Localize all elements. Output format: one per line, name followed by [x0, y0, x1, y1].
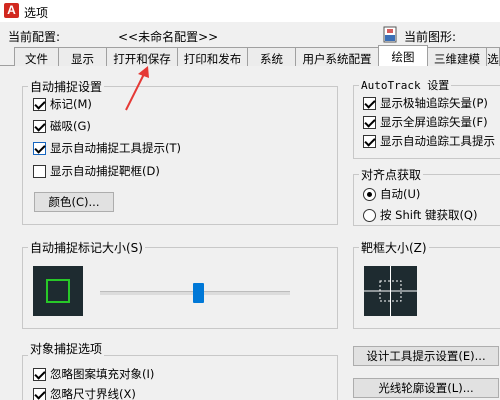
autosnap-aperture-checkbox-row[interactable]: 显示自动捕捉靶框(D) — [33, 163, 160, 179]
auto-radio-label: 自动(U) — [380, 187, 421, 201]
lightglyph-settings-button[interactable]: 光线轮廓设置(L)... — [353, 378, 499, 398]
autosnap-aperture-label: 显示自动捕捉靶框(D) — [50, 164, 160, 178]
alignment-acquisition-title: 对齐点获取 — [359, 166, 424, 183]
current-drawing-label: 当前图形: — [404, 30, 457, 44]
tab-plot-publish[interactable]: 打印和发布 — [177, 47, 248, 66]
colors-button[interactable]: 颜色(C)... — [34, 192, 114, 212]
shift-acquire-radio[interactable] — [363, 208, 376, 222]
current-profile-label: 当前配置: — [8, 30, 61, 44]
marker-preview-square — [46, 279, 70, 303]
ignore-hatch-checkbox[interactable] — [33, 367, 46, 381]
polar-tracking-checkbox[interactable] — [363, 96, 376, 110]
magnet-checkbox-row[interactable]: 磁吸(G) — [33, 118, 91, 134]
autotrack-tooltip-checkbox[interactable] — [363, 134, 376, 148]
ignore-hatch-label: 忽略图案填充对象(I) — [50, 367, 155, 381]
autosnap-aperture-checkbox[interactable] — [33, 164, 46, 178]
polar-tracking-checkbox-row[interactable]: 显示极轴追踪矢量(P) — [363, 95, 488, 111]
fullscreen-tracking-checkbox-row[interactable]: 显示全屏追踪矢量(F) — [363, 114, 488, 130]
autotrack-tooltip-checkbox-row[interactable]: 显示自动追踪工具提示 — [363, 133, 495, 149]
magnet-checkbox[interactable] — [33, 119, 46, 133]
window-title: 选项 — [24, 6, 49, 20]
design-tooltip-settings-button[interactable]: 设计工具提示设置(E)... — [353, 346, 499, 366]
title-bar — [0, 0, 500, 22]
red-annotation-arrow-icon — [125, 66, 149, 111]
tab-selection[interactable]: 选 — [486, 47, 500, 66]
polar-tracking-label: 显示极轴追踪矢量(P) — [380, 96, 488, 110]
autotrack-tooltip-label: 显示自动追踪工具提示 — [380, 134, 495, 148]
marker-label: 标记(M) — [50, 97, 92, 111]
tab-user-preferences[interactable]: 用户系统配置 — [295, 47, 379, 66]
tab-drafting[interactable]: 绘图 — [378, 45, 428, 66]
shift-acquire-radio-label: 按 Shift 键获取(Q) — [380, 208, 478, 222]
tab-3d-modeling[interactable]: 三维建模 — [427, 47, 487, 66]
ignore-dimension-checkbox[interactable] — [33, 387, 46, 400]
tab-files[interactable]: 文件 — [14, 47, 59, 66]
marker-checkbox[interactable] — [33, 97, 46, 111]
autotrack-settings-title: AutoTrack 设置 — [359, 77, 452, 93]
magnet-label: 磁吸(G) — [50, 119, 91, 133]
ignore-dimension-checkbox-row[interactable]: 忽略尺寸界线(X) — [33, 386, 136, 400]
tab-display[interactable]: 显示 — [58, 47, 107, 66]
marker-checkbox-row[interactable]: 标记(M) — [33, 96, 92, 112]
marker-size-slider-thumb[interactable] — [193, 283, 205, 303]
autosnap-tooltip-checkbox-row[interactable]: 显示自动捕捉工具提示(T) — [33, 140, 181, 156]
fullscreen-tracking-checkbox[interactable] — [363, 115, 376, 129]
autosnap-tooltip-checkbox[interactable] — [33, 141, 46, 155]
autosnap-tooltip-label: 显示自动捕捉工具提示(T) — [50, 141, 181, 155]
aperture-size-title: 靶框大小(Z) — [359, 239, 429, 256]
autosnap-settings-title: 自动捕捉设置 — [28, 78, 105, 95]
auto-radio-row[interactable]: 自动(U) — [363, 186, 420, 202]
tab-system[interactable]: 系统 — [247, 47, 296, 66]
ignore-hatch-checkbox-row[interactable]: 忽略图案填充对象(I) — [33, 366, 154, 382]
aperture-size-preview — [364, 266, 417, 316]
current-profile-value: <<未命名配置>> — [118, 30, 219, 44]
auto-radio[interactable] — [363, 187, 376, 201]
app-logo-icon: A — [4, 3, 19, 18]
fullscreen-tracking-label: 显示全屏追踪矢量(F) — [380, 115, 488, 129]
shift-acquire-radio-row[interactable]: 按 Shift 键获取(Q) — [363, 207, 477, 223]
autosnap-marker-size-title: 自动捕捉标记大小(S) — [28, 239, 145, 256]
ignore-dimension-label: 忽略尺寸界线(X) — [50, 387, 136, 400]
drawing-file-icon — [383, 26, 397, 43]
object-snap-options-title: 对象捕捉选项 — [28, 340, 105, 357]
